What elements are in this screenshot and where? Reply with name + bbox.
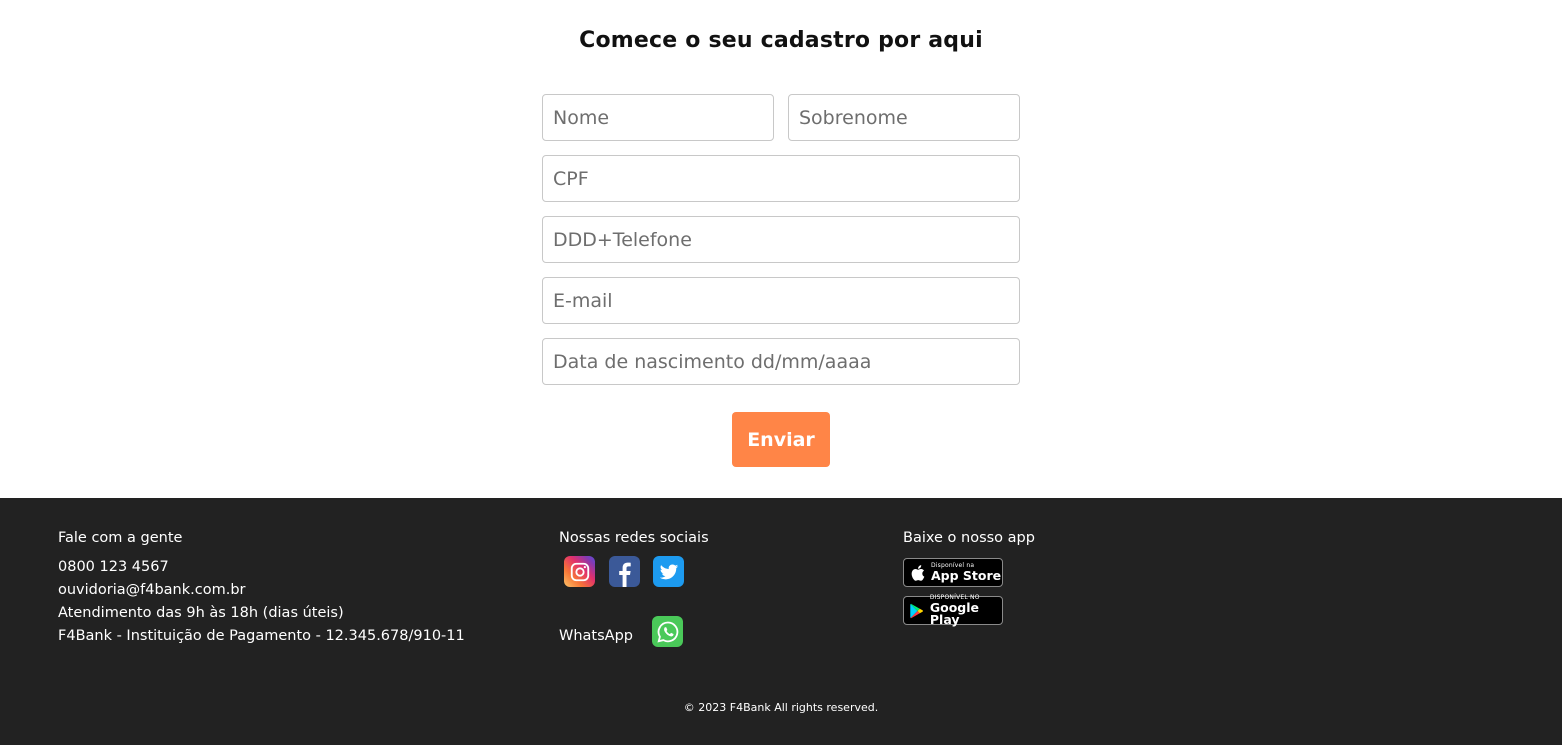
app-store-label: App Store xyxy=(931,567,1002,583)
contact-phone: 0800 123 4567 xyxy=(58,559,169,575)
google-play-text: DISPONÍVEL NO Google Play xyxy=(929,594,1002,627)
facebook-glyph xyxy=(619,562,631,587)
facebook-icon[interactable] xyxy=(609,556,640,587)
app-store-badge[interactable]: Disponível na App Store xyxy=(903,558,1003,587)
copyright-text: © 2023 F4Bank All rights reserved. xyxy=(683,701,879,714)
footer: Fale com a gente 0800 123 4567 ouvidoria… xyxy=(0,498,1562,745)
birthdate-input[interactable] xyxy=(542,338,1020,385)
whatsapp-label: WhatsApp xyxy=(559,628,633,644)
whatsapp-icon[interactable] xyxy=(652,616,683,647)
submit-button[interactable]: Enviar xyxy=(732,412,830,467)
phone-input[interactable] xyxy=(542,216,1020,263)
twitter-glyph xyxy=(659,564,678,579)
contact-email[interactable]: ouvidoria@f4bank.com.br xyxy=(58,582,245,598)
instagram-icon[interactable] xyxy=(564,556,595,587)
company-info: F4Bank - Instituição de Pagamento - 12.3… xyxy=(58,628,465,644)
google-play-badge[interactable]: DISPONÍVEL NO Google Play xyxy=(903,594,1003,627)
cpf-input[interactable] xyxy=(542,155,1020,202)
first-name-input[interactable] xyxy=(542,94,774,141)
instagram-glyph xyxy=(570,562,589,581)
app-store-text: Disponível na App Store xyxy=(931,562,1002,583)
app-heading: Baixe o nosso app xyxy=(903,530,1035,546)
google-play-label: Google Play xyxy=(929,599,980,627)
apple-icon xyxy=(911,564,925,581)
twitter-icon[interactable] xyxy=(653,556,684,587)
signup-page: Comece o seu cadastro por aqui Enviar Fa… xyxy=(0,0,1562,745)
social-heading: Nossas redes sociais xyxy=(559,530,709,546)
form-title: Comece o seu cadastro por aqui xyxy=(579,28,983,53)
last-name-input[interactable] xyxy=(788,94,1020,141)
contact-hours: Atendimento das 9h às 18h (dias úteis) xyxy=(58,605,344,621)
contact-heading: Fale com a gente xyxy=(58,530,183,546)
whatsapp-glyph xyxy=(656,621,678,643)
google-play-icon xyxy=(910,603,924,618)
email-input[interactable] xyxy=(542,277,1020,324)
